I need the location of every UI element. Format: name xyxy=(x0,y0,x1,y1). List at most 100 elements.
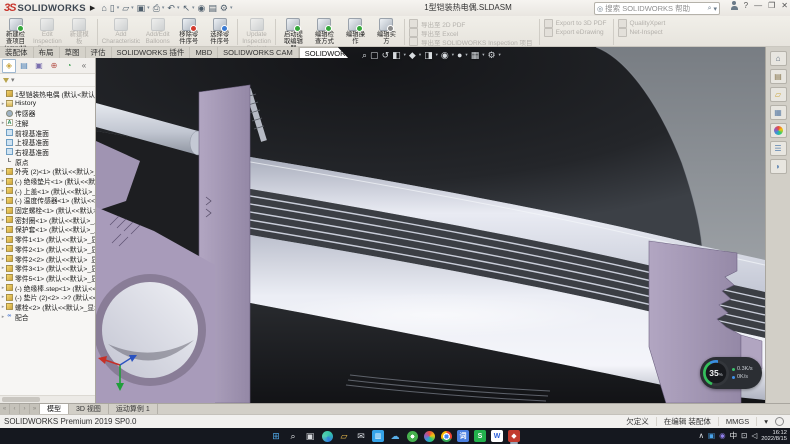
view-settings-icon[interactable]: ⚙ xyxy=(487,50,495,60)
dimxpertmanager-tab[interactable]: ⊕ xyxy=(47,59,61,73)
component-insulation-rod[interactable]: ▸(-) 绝缘棒.step<1> (默认<<默认> xyxy=(0,283,95,293)
solidworks-resources-tab[interactable]: ⌂ xyxy=(770,51,787,66)
apply-scene-icon[interactable]: ▦ xyxy=(471,50,480,60)
login-button[interactable] xyxy=(731,1,738,10)
propertymanager-tab[interactable]: ▤ xyxy=(17,59,31,73)
scrollbar-thumb[interactable] xyxy=(2,397,40,402)
display-style-icon-caret[interactable]: ▾ xyxy=(436,52,438,58)
search-input[interactable]: 搜索 SOLIDWORKS 帮助 xyxy=(605,3,705,14)
menu-expand-arrow-icon[interactable]: ▶ xyxy=(90,4,95,12)
top-plane[interactable]: 上视基准面 xyxy=(0,137,95,147)
sensors-folder[interactable]: 传感器 xyxy=(0,108,95,118)
tree-filter-bar[interactable]: ▾ xyxy=(0,74,95,87)
right-plane[interactable]: 右视基准面 xyxy=(0,147,95,157)
store-icon[interactable]: ▥ xyxy=(372,430,384,442)
doc-tab-nav-4[interactable]: » xyxy=(30,404,40,414)
solidworks-taskbar-icon[interactable]: ◆ xyxy=(508,430,520,442)
component-part5[interactable]: ▸零件5<1> (默认<<默认>_显示状态 xyxy=(0,273,95,283)
tab-assembly[interactable]: 装配体 xyxy=(0,47,34,58)
origin[interactable]: L原点 xyxy=(0,157,95,167)
restore-button[interactable]: ❐ xyxy=(768,1,775,10)
remove-balloons-button[interactable]: 移除零 件序号 xyxy=(173,17,204,46)
options-button-caret-icon[interactable]: ▾ xyxy=(230,5,233,11)
view-palette-tab[interactable]: ▦ xyxy=(770,105,787,120)
doc-tab-nav-3[interactable]: › xyxy=(20,404,30,414)
search-box[interactable]: ◎ 搜索 SOLIDWORKS 帮助 ⌕ ▾ xyxy=(594,2,720,15)
component-top-cover[interactable]: ▸(-) 上盖<1> (默认<<默认>_显示状 xyxy=(0,186,95,196)
graphics-viewport[interactable]: ⌕▢↺◧▾◆▾◨▾◉▾●▾▦▾⚙▾ 35 % 0.3K/s 0K/s xyxy=(96,47,765,403)
search-button[interactable]: ⌕ xyxy=(287,430,299,442)
hide-show-items-icon-caret[interactable]: ▾ xyxy=(452,52,454,58)
doc-tab-nav-2[interactable]: ‹ xyxy=(10,404,20,414)
open-file-button[interactable]: ▱ xyxy=(122,3,129,13)
minimize-button[interactable]: — xyxy=(754,1,762,10)
component-seal-ring[interactable]: ▸密封圈<1> (默认<<默认>_显示状 xyxy=(0,215,95,225)
app-s-icon[interactable]: S xyxy=(474,430,486,442)
new-file-button[interactable]: ▯ xyxy=(110,3,115,13)
file-properties-button[interactable]: ▤ xyxy=(208,3,217,13)
start-button[interactable]: ⊞ xyxy=(270,430,282,442)
tray-expand-icon[interactable]: ∧ xyxy=(698,432,704,440)
ime-chinese-indicator[interactable]: 中 xyxy=(730,432,738,440)
home-button[interactable]: ⌂ xyxy=(101,3,106,13)
component-shell[interactable]: ▸外壳 (2)<1> (默认<<默认>_显示状 xyxy=(0,167,95,177)
doc-tab-nav-1[interactable]: « xyxy=(0,404,10,414)
view-orientation-icon[interactable]: ◆ xyxy=(409,50,416,60)
component-gasket[interactable]: ▸(-) 垫片 (2)<2> ->? (默认<<默认> xyxy=(0,292,95,302)
edit-instance-button[interactable]: 编辑实 方 xyxy=(371,17,402,46)
tab-evaluate[interactable]: 评估 xyxy=(86,47,112,58)
file-explorer-icon[interactable]: ▱ xyxy=(338,430,350,442)
dictionary-app-icon[interactable]: 词 xyxy=(457,430,469,442)
component-part1[interactable]: ▸零件1<1> (默认<<默认>_显示状态 xyxy=(0,234,95,244)
app-browser-icon[interactable] xyxy=(423,430,435,442)
select-balloons-button[interactable]: 选择零 件序号 xyxy=(204,17,235,46)
displaymanager-tab[interactable]: ◔ xyxy=(62,59,76,73)
tab-mbd[interactable]: MBD xyxy=(190,47,218,58)
save-button[interactable]: ▣ xyxy=(137,3,146,13)
search-icon[interactable]: ⌕ xyxy=(708,5,712,13)
rebuild-button[interactable]: ◉ xyxy=(198,3,206,13)
app-360-icon[interactable] xyxy=(406,430,418,442)
custom-properties-tab[interactable]: ☰ xyxy=(770,141,787,156)
component-temperature-sensor[interactable]: ▸(-) 温度传感器<1> (默认<<默认>_ xyxy=(0,196,95,206)
section-view-icon-caret[interactable]: ▾ xyxy=(404,52,406,58)
component-fixing-bolt[interactable]: ▸固定螺栓<1> (默认<<默认>_显示 xyxy=(0,205,95,215)
featuremanager-tree-tab[interactable]: ◈ xyxy=(2,59,16,73)
component-part2-2[interactable]: ▸零件2<2> (默认<<默认>_显示状态 xyxy=(0,254,95,264)
history-folder[interactable]: ▸History xyxy=(0,99,95,109)
taskbar-clock[interactable]: 16:122022/8/15 xyxy=(761,430,787,443)
display-style-icon[interactable]: ◨ xyxy=(424,50,433,60)
undo-button[interactable]: ↶ xyxy=(167,3,175,13)
assembly-root[interactable]: 1型铠装热电偶 (默认<默认_显示状态-1 xyxy=(0,89,95,99)
file-explorer-tab[interactable]: ▱ xyxy=(770,87,787,102)
print-button[interactable]: ⎙ xyxy=(153,3,160,13)
close-button[interactable]: ✕ xyxy=(781,1,788,10)
section-view-icon[interactable]: ◧ xyxy=(392,50,401,60)
component-part3[interactable]: ▸零件3<1> (默认<<默认>_显示状态 xyxy=(0,263,95,273)
component-protective-sleeve[interactable]: ▸保护套<1> (默认<<默认>_显示状 xyxy=(0,225,95,235)
edit-operation-button[interactable]: 编辑操 作 xyxy=(340,17,371,46)
edge-browser-icon[interactable] xyxy=(321,430,333,442)
annotations-folder[interactable]: ▸A注解 xyxy=(0,118,95,128)
zoom-area-icon[interactable]: ▢ xyxy=(370,50,379,60)
tray-shield-icon[interactable]: ◉ xyxy=(719,432,726,440)
search-caret-icon[interactable]: ▾ xyxy=(713,5,717,13)
forum-tab[interactable]: ◗ xyxy=(770,159,787,174)
print-button-caret-icon[interactable]: ▾ xyxy=(162,5,165,11)
tab-layout[interactable]: 布局 xyxy=(34,47,60,58)
front-plane[interactable]: 前视基准面 xyxy=(0,128,95,138)
doc-tab-3d-views[interactable]: 3D 视图 xyxy=(69,404,109,414)
component-bolt[interactable]: ▸螺栓<2> (默认<<默认>_显示状态 xyxy=(0,302,95,312)
edit-appearance-icon-caret[interactable]: ▾ xyxy=(465,52,467,58)
apply-scene-icon-caret[interactable]: ▾ xyxy=(482,52,484,58)
previous-view-icon[interactable]: ↺ xyxy=(382,50,390,60)
wps-icon[interactable]: W xyxy=(491,430,503,442)
help-button[interactable]: ? xyxy=(744,1,748,10)
tab-solidworks-cam[interactable]: SOLIDWORKS CAM xyxy=(218,47,299,58)
filter-funnel-icon[interactable] xyxy=(3,78,9,83)
component-insulation-gasket[interactable]: ▸(-) 绝缘垫片<1> (默认<<默认>_显 xyxy=(0,176,95,186)
configurationmanager-tab[interactable]: ▣ xyxy=(32,59,46,73)
chrome-icon[interactable] xyxy=(440,430,452,442)
mail-icon[interactable]: ✉ xyxy=(355,430,367,442)
undo-button-caret-icon[interactable]: ▾ xyxy=(177,5,180,11)
